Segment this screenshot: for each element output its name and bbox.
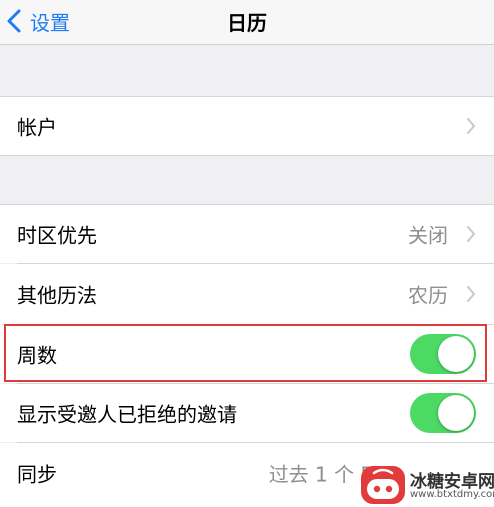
chevron-right-icon xyxy=(467,226,475,242)
row-timezone-override[interactable]: 时区优先 关闭 xyxy=(0,205,494,263)
watermark: 冰糖安卓网 www.btxtdmy.com xyxy=(358,465,494,505)
row-week-numbers-label: 周数 xyxy=(17,343,57,368)
show-declined-toggle[interactable] xyxy=(410,393,476,433)
toggle-knob xyxy=(438,336,474,372)
row-alternate-calendars[interactable]: 其他历法 农历 xyxy=(0,264,494,324)
row-alternate-calendars-value: 农历 xyxy=(408,283,448,308)
navigation-bar: 设置 日历 xyxy=(0,0,494,45)
row-timezone-override-value: 关闭 xyxy=(408,223,448,248)
toggle-knob xyxy=(438,395,474,431)
chevron-right-icon xyxy=(467,286,475,302)
row-timezone-override-label: 时区优先 xyxy=(17,223,97,248)
week-numbers-toggle[interactable] xyxy=(410,334,476,374)
watermark-url: www.btxtdmy.com xyxy=(410,489,494,500)
row-sync-value: 过去 1 个 F xyxy=(268,462,372,487)
row-account[interactable]: 帐户 xyxy=(0,97,494,155)
page-title: 日历 xyxy=(227,11,267,35)
row-alternate-calendars-label: 其他历法 xyxy=(17,283,97,308)
row-week-numbers: 周数 xyxy=(0,325,494,383)
watermark-logo xyxy=(361,466,405,504)
chevron-right-icon xyxy=(467,118,475,134)
row-sync-label: 同步 xyxy=(17,462,57,487)
row-show-declined: 显示受邀人已拒绝的邀请 xyxy=(0,384,494,442)
row-show-declined-label: 显示受邀人已拒绝的邀请 xyxy=(17,402,237,427)
row-account-label: 帐户 xyxy=(17,115,57,140)
group-divider xyxy=(0,155,494,156)
